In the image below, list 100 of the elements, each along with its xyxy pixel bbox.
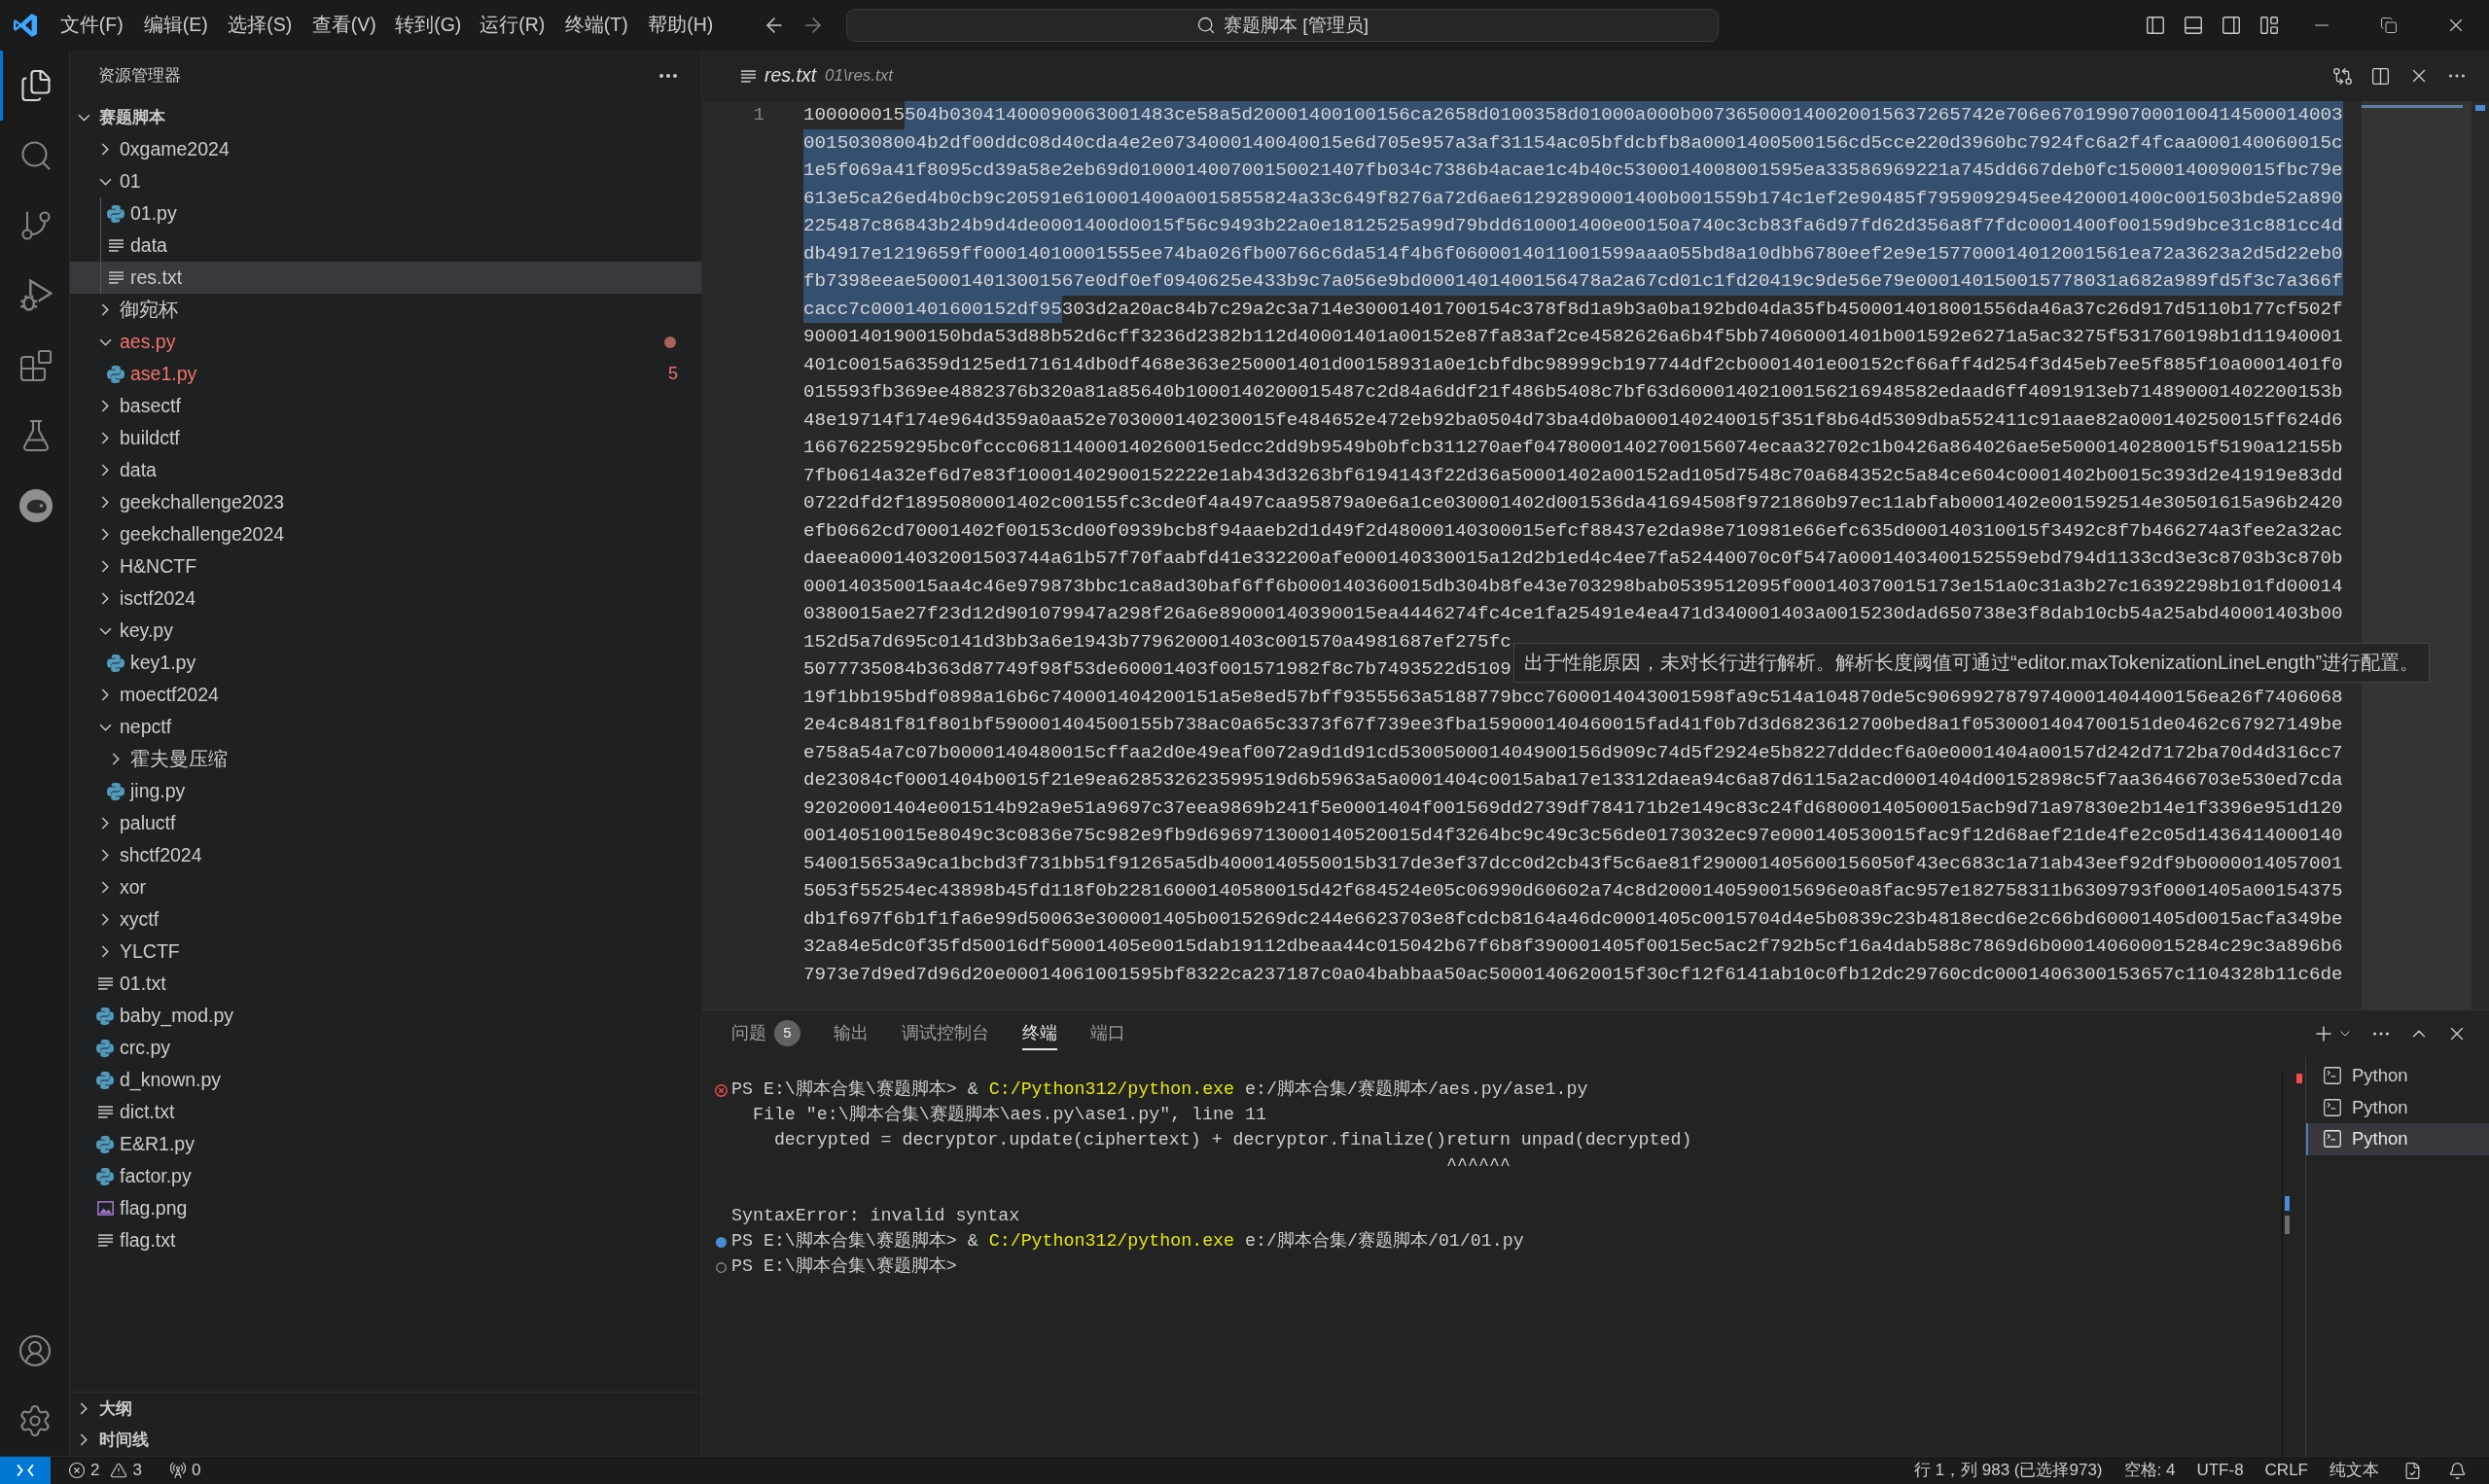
- tree-item[interactable]: 霍夫曼压缩: [70, 743, 701, 775]
- chevron-right-icon[interactable]: [101, 528, 109, 541]
- chevron-down-icon[interactable]: [98, 177, 112, 186]
- tree-item[interactable]: 01.txt: [70, 968, 701, 1000]
- menu-item[interactable]: 编辑(E): [133, 7, 218, 44]
- panel-tab[interactable]: 端口: [1090, 1017, 1125, 1050]
- chevron-right-icon[interactable]: [101, 464, 109, 477]
- status-item[interactable]: 行 1，列 983 (已选择973): [1902, 1457, 2114, 1484]
- hollow-circle-icon[interactable]: [716, 1261, 727, 1273]
- status-item[interactable]: 纯文本: [2319, 1457, 2390, 1484]
- tree-item[interactable]: baby_mod.py: [70, 1000, 701, 1032]
- chevron-right-icon[interactable]: [80, 1401, 88, 1415]
- problems-button[interactable]: 2 3: [60, 1457, 150, 1484]
- tree-item[interactable]: YLCTF: [70, 936, 701, 968]
- chevron-right-icon[interactable]: [101, 143, 109, 156]
- columns-icon[interactable]: [2370, 65, 2391, 87]
- tree-item[interactable]: flag.txt: [70, 1224, 701, 1256]
- menu-item[interactable]: 查看(V): [302, 7, 386, 44]
- compare-icon[interactable]: [2332, 65, 2353, 87]
- tree-item[interactable]: dict.txt: [70, 1096, 701, 1128]
- workspace-folder[interactable]: 赛题脚本: [70, 101, 701, 133]
- menu-item[interactable]: 终端(T): [554, 7, 639, 44]
- chevron-down-icon[interactable]: [98, 337, 112, 346]
- chevron-right-icon[interactable]: [101, 689, 109, 701]
- tree-item[interactable]: 01: [70, 165, 701, 197]
- panel-tab[interactable]: 调试控制台: [902, 1017, 989, 1050]
- error-circle-icon[interactable]: [715, 1083, 728, 1097]
- layout-icon[interactable]: [2258, 15, 2280, 36]
- menu-item[interactable]: 选择(S): [218, 7, 302, 44]
- tree-item[interactable]: nepctf: [70, 711, 701, 743]
- selection-mark: [2475, 105, 2485, 111]
- terminal-session[interactable]: Python: [2306, 1091, 2489, 1123]
- status-item[interactable]: UTF-8: [2186, 1457, 2255, 1484]
- chevron-right-icon[interactable]: [101, 560, 109, 573]
- chevron-down-icon[interactable]: [98, 626, 112, 635]
- tree-item[interactable]: xyctf: [70, 903, 701, 936]
- app-logo-icon[interactable]: [13, 14, 37, 37]
- tree-item[interactable]: key1.py: [70, 647, 701, 679]
- tree-item[interactable]: res.txt: [70, 262, 701, 294]
- chevron-right-icon[interactable]: [101, 817, 109, 830]
- restore-icon[interactable]: [2379, 17, 2398, 34]
- tree-item[interactable]: isctf2024: [70, 583, 701, 615]
- status-item[interactable]: CRLF: [2254, 1457, 2319, 1484]
- chevron-right-icon[interactable]: [101, 432, 109, 444]
- panel-tab[interactable]: 终端: [1022, 1017, 1057, 1050]
- tree-item[interactable]: shctf2024: [70, 839, 701, 871]
- tree-item[interactable]: key.py: [70, 615, 701, 647]
- command-center[interactable]: 赛题脚本 [管理员]: [846, 9, 1719, 42]
- bell-icon[interactable]: [2447, 1461, 2467, 1480]
- tree-item[interactable]: geekchallenge2023: [70, 486, 701, 518]
- sidebar-left-icon[interactable]: [2144, 15, 2166, 36]
- user-circle-icon[interactable]: [17, 1333, 53, 1368]
- editor-tab[interactable]: res.txt 01\res.txt: [702, 51, 908, 101]
- section-header[interactable]: 时间线: [70, 1424, 701, 1456]
- tree-item[interactable]: E&R1.py: [70, 1128, 701, 1160]
- tree-item[interactable]: 0xgame2024: [70, 133, 701, 165]
- chevron-right-icon[interactable]: [101, 400, 109, 412]
- tree-item[interactable]: jing.py: [70, 775, 701, 807]
- menu-item[interactable]: 运行(R): [470, 7, 554, 44]
- panel-bottom-icon[interactable]: [2182, 15, 2204, 36]
- chevron-right-icon[interactable]: [101, 881, 109, 894]
- tree-item[interactable]: buildctf: [70, 422, 701, 454]
- status-item[interactable]: 空格: 4: [2113, 1457, 2187, 1484]
- tree-item[interactable]: flag.png: [70, 1192, 701, 1224]
- remote-button[interactable]: [0, 1457, 51, 1484]
- tree-item[interactable]: 01.py: [70, 197, 701, 230]
- chevron-down-icon[interactable]: [98, 723, 112, 731]
- chevron-right-icon[interactable]: [101, 496, 109, 509]
- chevron-down-icon[interactable]: [77, 113, 90, 122]
- terminal-session[interactable]: Python: [2306, 1123, 2489, 1155]
- chevron-right-icon[interactable]: [101, 849, 109, 862]
- panel-tab[interactable]: 输出: [834, 1017, 869, 1050]
- terminal-session[interactable]: Python: [2306, 1060, 2489, 1092]
- chevron-right-icon[interactable]: [101, 303, 109, 316]
- panel-tab[interactable]: 问题 5: [731, 1017, 800, 1050]
- tree-item[interactable]: basectf: [70, 390, 701, 422]
- chevron-right-icon[interactable]: [112, 753, 120, 765]
- sidebar-right-icon[interactable]: [2220, 15, 2242, 36]
- chevron-right-icon[interactable]: [101, 913, 109, 926]
- tree-item[interactable]: moectf2024: [70, 679, 701, 711]
- chevron-right-icon[interactable]: [101, 945, 109, 958]
- menu-item[interactable]: 文件(F): [50, 7, 134, 44]
- tree-item[interactable]: xor: [70, 871, 701, 903]
- chevron-right-icon[interactable]: [80, 1433, 88, 1446]
- tree-item[interactable]: paluctf: [70, 807, 701, 839]
- tree-item[interactable]: d_known.py: [70, 1064, 701, 1096]
- menu-item[interactable]: 转到(G): [386, 7, 471, 44]
- section-header[interactable]: 大纲: [70, 1392, 701, 1424]
- tree-item[interactable]: crc.py: [70, 1032, 701, 1064]
- tree-item[interactable]: ase1.py 5: [70, 358, 701, 390]
- tree-item[interactable]: 御宛杯: [70, 294, 701, 326]
- ports-button[interactable]: 0: [162, 1457, 207, 1484]
- tree-item[interactable]: H&NCTF: [70, 550, 701, 583]
- menu-item[interactable]: 帮助(H): [638, 7, 723, 44]
- tree-item[interactable]: data: [70, 454, 701, 486]
- tree-item[interactable]: factor.py: [70, 1160, 701, 1192]
- chevron-right-icon[interactable]: [101, 592, 109, 605]
- filled-circle-icon[interactable]: [716, 1236, 727, 1248]
- tree-item[interactable]: geekchallenge2024: [70, 518, 701, 550]
- tree-item[interactable]: aes.py: [70, 326, 701, 358]
